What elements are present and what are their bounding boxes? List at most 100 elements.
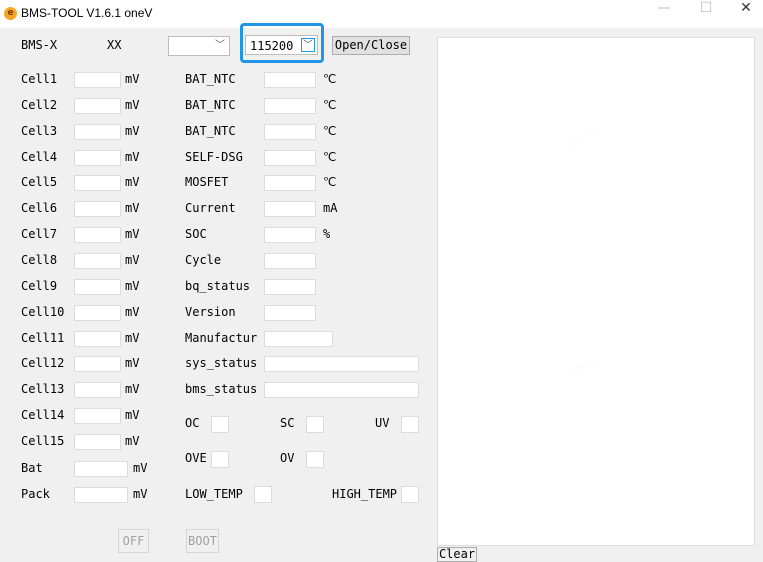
status-label: BAT_NTC: [185, 98, 236, 112]
cell-label: Cell10: [21, 305, 65, 319]
bat-voltage-field: [74, 461, 128, 477]
sc-label: SC: [280, 416, 295, 430]
cell-unit: mV: [125, 382, 140, 396]
status-label: Manufactur: [185, 331, 258, 345]
status-label: Cycle: [185, 253, 222, 267]
off-button[interactable]: OFF: [118, 529, 149, 553]
status-unit: ℃: [323, 175, 337, 189]
status-label: SOC: [185, 227, 207, 241]
cell-unit: mV: [125, 227, 140, 241]
cell-voltage-field: [74, 124, 121, 140]
cell-voltage-field: [74, 227, 121, 243]
status-value-field: [264, 98, 316, 114]
cell-label: Cell11: [21, 331, 65, 345]
cell-label: Cell5: [21, 175, 58, 189]
cell-voltage-field: [74, 382, 121, 398]
app-logo-icon: e: [4, 7, 17, 20]
cell-voltage-field: [74, 408, 121, 424]
status-label: BAT_NTC: [185, 72, 236, 86]
status-unit: %: [323, 227, 331, 241]
status-value-field: [264, 227, 316, 243]
device-label: BMS-X: [21, 38, 58, 52]
cell-voltage-field: [74, 331, 121, 347]
clear-button[interactable]: Clear: [437, 547, 477, 562]
status-label: Version: [185, 305, 236, 319]
oc-label: OC: [185, 416, 200, 430]
cell-unit: mV: [125, 201, 140, 215]
open-close-button[interactable]: Open/Close: [332, 36, 410, 55]
chevron-down-icon: ﹀: [215, 40, 225, 51]
cell-label: Cell1: [21, 72, 58, 86]
status-unit: ℃: [323, 150, 337, 164]
cell-unit: mV: [125, 175, 140, 189]
cell-unit: mV: [125, 408, 140, 422]
watermark: · · · · ·: [567, 356, 598, 381]
status-unit: ℃: [323, 98, 337, 112]
watermark: · · · · ·: [567, 126, 598, 151]
baud-rate-select[interactable]: 115200 ﹀: [245, 35, 318, 55]
port-select[interactable]: ﹀: [168, 36, 230, 56]
close-button[interactable]: ✕: [726, 0, 763, 28]
status-value-field: [264, 356, 419, 372]
minimize-button[interactable]: —: [644, 0, 684, 28]
status-value-field: [264, 382, 419, 398]
status-unit: ℃: [323, 124, 337, 138]
log-output[interactable]: · · · · · · · · · ·: [437, 37, 755, 546]
cell-label: Cell8: [21, 253, 58, 267]
status-value-field: [264, 279, 316, 295]
maximize-button[interactable]: ☐: [686, 0, 726, 28]
status-label: SELF-DSG: [185, 150, 243, 164]
cell-label: Cell6: [21, 201, 58, 215]
high-temp-label: HIGH_TEMP: [332, 487, 398, 501]
status-value-field: [264, 305, 316, 321]
cell-label: Cell2: [21, 98, 58, 112]
high-temp-indicator: [401, 486, 419, 503]
low-temp-label: LOW_TEMP: [185, 487, 243, 501]
chevron-down-icon: ﹀: [301, 38, 315, 52]
voltage-unit: mV: [133, 487, 148, 501]
status-label: sys_status: [185, 356, 258, 370]
status-value-field: [264, 331, 333, 347]
cell-label: Cell13: [21, 382, 65, 396]
cell-unit: mV: [125, 98, 140, 112]
window-title: BMS-TOOL V1.6.1 oneV: [21, 6, 153, 20]
cell-voltage-field: [74, 175, 121, 191]
uv-label: UV: [375, 416, 390, 430]
ove-indicator: [211, 451, 229, 468]
cell-voltage-field: [74, 356, 121, 372]
pack-label: Pack: [21, 487, 50, 501]
cell-unit: mV: [125, 253, 140, 267]
device-value: XX: [107, 38, 122, 52]
status-label: BAT_NTC: [185, 124, 236, 138]
cell-label: Cell9: [21, 279, 58, 293]
cell-label: Cell7: [21, 227, 58, 241]
status-label: bms_status: [185, 382, 258, 396]
cell-label: Cell3: [21, 124, 58, 138]
cell-unit: mV: [125, 434, 140, 448]
sc-indicator: [306, 416, 324, 433]
cell-voltage-field: [74, 305, 121, 321]
boot-button[interactable]: BOOT: [186, 529, 219, 553]
status-label: Current: [185, 201, 236, 215]
status-unit: ℃: [323, 72, 337, 86]
voltage-unit: mV: [133, 461, 148, 475]
bat-label: Bat: [21, 461, 43, 475]
status-label: bq_status: [185, 279, 251, 293]
status-value-field: [264, 201, 316, 217]
cell-voltage-field: [74, 72, 121, 88]
cell-label: Cell4: [21, 150, 58, 164]
cell-unit: mV: [125, 356, 140, 370]
status-unit: mA: [323, 201, 338, 215]
uv-indicator: [401, 416, 419, 433]
cell-label: Cell15: [21, 434, 65, 448]
cell-unit: mV: [125, 305, 140, 319]
cell-voltage-field: [74, 98, 121, 114]
cell-label: Cell14: [21, 408, 65, 422]
status-value-field: [264, 124, 316, 140]
ove-label: OVE: [185, 451, 207, 465]
cell-unit: mV: [125, 72, 140, 86]
status-value-field: [264, 150, 316, 166]
status-label: MOSFET: [185, 175, 229, 189]
oc-indicator: [211, 416, 229, 433]
baud-rate-value: 115200: [250, 39, 294, 53]
